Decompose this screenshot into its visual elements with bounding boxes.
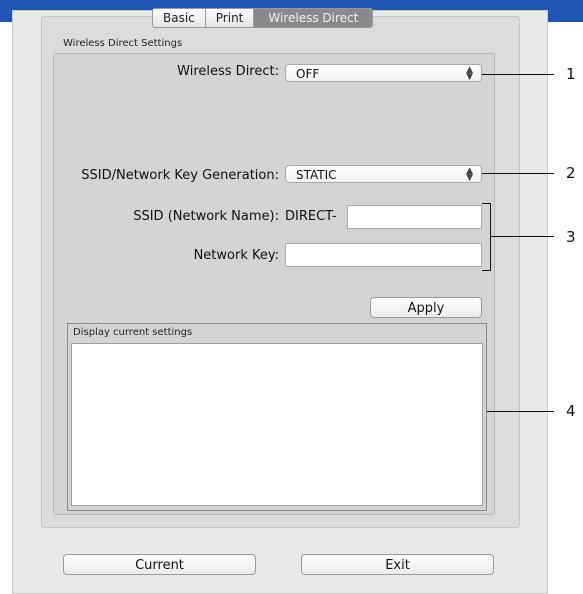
wireless-direct-select[interactable]: OFF ▲ ▼ [285, 64, 482, 82]
callout-number-3: 3 [566, 228, 576, 246]
callout-number-4: 4 [566, 402, 576, 420]
group-title: Wireless Direct Settings [63, 38, 183, 49]
callout-number-2: 2 [566, 164, 576, 182]
callout-line-3 [490, 236, 554, 237]
ssid-key-generation-label: SSID/Network Key Generation: [81, 168, 279, 183]
display-settings-area[interactable] [71, 343, 483, 506]
ssid-label: SSID (Network Name): [133, 209, 279, 224]
callout-line-2 [482, 173, 554, 174]
network-key-label: Network Key: [193, 248, 279, 263]
ssid-key-generation-select[interactable]: STATIC ▲ ▼ [285, 165, 482, 183]
tab-wireless-direct[interactable]: Wireless Direct [254, 9, 373, 27]
ssid-input[interactable] [347, 205, 482, 229]
ssid-prefix: DIRECT- [285, 209, 337, 224]
ssid-key-generation-value: STATIC [296, 168, 337, 182]
tab-basic[interactable]: Basic [153, 9, 206, 27]
current-button[interactable]: Current [63, 554, 256, 575]
callout-line-4 [487, 411, 554, 412]
tab-print[interactable]: Print [205, 9, 255, 27]
callout-bracket-3 [482, 203, 491, 271]
updown-arrows-icon: ▲ ▼ [466, 166, 473, 183]
tab-bar: Basic Print Wireless Direct [152, 8, 374, 28]
apply-button[interactable]: Apply [370, 297, 482, 318]
wireless-direct-value: OFF [296, 67, 320, 81]
callout-number-1: 1 [566, 65, 576, 83]
wireless-direct-label: Wireless Direct: [177, 64, 279, 79]
exit-button[interactable]: Exit [301, 554, 494, 575]
network-key-input[interactable] [285, 243, 482, 267]
updown-arrows-icon: ▲ ▼ [466, 65, 473, 82]
display-settings-title: Display current settings [73, 327, 193, 338]
callout-line-1 [482, 74, 554, 75]
